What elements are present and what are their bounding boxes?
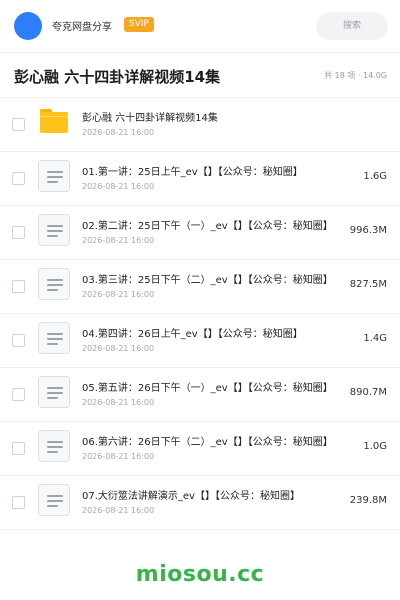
select-checkbox[interactable]	[12, 226, 25, 239]
video-file-icon	[38, 376, 70, 408]
folder-icon	[40, 109, 68, 133]
file-name: 彭心融 六十四卦详解视频14集	[82, 113, 218, 124]
file-size: 827.5M	[349, 279, 387, 290]
site-watermark: miosou.cc	[135, 562, 265, 587]
file-size: 890.7M	[349, 387, 387, 398]
select-checkbox[interactable]	[12, 118, 25, 131]
file-name: 02.第二讲：25日下午（一）_ev【】【公众号：秘知圈】	[82, 221, 333, 232]
list-item[interactable]: 彭心融 六十四卦详解视频14集 2026-08-21 16:00	[0, 98, 400, 152]
file-name: 07.大衍筮法讲解演示_ev【】【公众号：秘知圈】	[82, 491, 300, 502]
list-item[interactable]: 05.第五讲：26日下午（一）_ev【】【公众号：秘知圈】 2026-08-21…	[0, 368, 400, 422]
file-name: 01.第一讲：25日上午_ev【】【公众号：秘知圈】	[82, 167, 303, 178]
select-checkbox[interactable]	[12, 280, 25, 293]
select-checkbox[interactable]	[12, 172, 25, 185]
list-item[interactable]: 02.第二讲：25日下午（一）_ev【】【公众号：秘知圈】 2026-08-21…	[0, 206, 400, 260]
list-item[interactable]: 03.第三讲：25日下午（二）_ev【】【公众号：秘知圈】 2026-08-21…	[0, 260, 400, 314]
select-checkbox[interactable]	[12, 388, 25, 401]
file-date: 2026-08-21 16:00	[82, 506, 155, 515]
avatar[interactable]	[14, 12, 42, 40]
video-file-icon	[38, 322, 70, 354]
file-name: 06.第六讲：26日下午（二）_ev【】【公众号：秘知圈】	[82, 437, 333, 448]
file-size: 1.6G	[363, 171, 387, 182]
file-size: 1.4G	[363, 333, 387, 344]
file-name: 04.第四讲：26日上午_ev【】【公众号：秘知圈】	[82, 329, 303, 340]
file-date: 2026-08-21 16:00	[82, 398, 155, 407]
select-checkbox[interactable]	[12, 442, 25, 455]
video-file-icon	[38, 268, 70, 300]
file-name: 05.第五讲：26日下午（一）_ev【】【公众号：秘知圈】	[82, 383, 333, 394]
video-file-icon	[38, 484, 70, 516]
video-file-icon	[38, 430, 70, 462]
folder-title-bar: 彭心融 六十四卦详解视频14集 共 18 项 · 14.0G	[0, 52, 400, 98]
list-item[interactable]: 01.第一讲：25日上午_ev【】【公众号：秘知圈】 2026-08-21 16…	[0, 152, 400, 206]
file-list: 彭心融 六十四卦详解视频14集 2026-08-21 16:00 01.第一讲：…	[0, 98, 400, 530]
file-size: 239.8M	[349, 495, 387, 506]
file-size: 1.0G	[363, 441, 387, 452]
video-file-icon	[38, 160, 70, 192]
file-date: 2026-08-21 16:00	[82, 290, 155, 299]
file-size: 996.3M	[349, 225, 387, 236]
item-count-summary: 共 18 项 · 14.0G	[324, 71, 387, 80]
share-header: 夸克网盘分享 SVIP 搜索	[0, 0, 400, 52]
video-file-icon	[38, 214, 70, 246]
page-title: 彭心融 六十四卦详解视频14集	[14, 68, 221, 86]
file-date: 2026-08-21 16:00	[82, 128, 155, 137]
file-date: 2026-08-21 16:00	[82, 344, 155, 353]
share-owner-name: 夸克网盘分享	[52, 22, 112, 33]
select-checkbox[interactable]	[12, 334, 25, 347]
file-name: 03.第三讲：25日下午（二）_ev【】【公众号：秘知圈】	[82, 275, 333, 286]
file-date: 2026-08-21 16:00	[82, 182, 155, 191]
file-date: 2026-08-21 16:00	[82, 452, 155, 461]
select-checkbox[interactable]	[12, 496, 25, 509]
search-input[interactable]: 搜索	[316, 12, 388, 40]
list-item[interactable]: 04.第四讲：26日上午_ev【】【公众号：秘知圈】 2026-08-21 16…	[0, 314, 400, 368]
list-item[interactable]: 07.大衍筮法讲解演示_ev【】【公众号：秘知圈】 2026-08-21 16:…	[0, 476, 400, 530]
list-item[interactable]: 06.第六讲：26日下午（二）_ev【】【公众号：秘知圈】 2026-08-21…	[0, 422, 400, 476]
svip-badge: SVIP	[124, 17, 154, 32]
file-date: 2026-08-21 16:00	[82, 236, 155, 245]
